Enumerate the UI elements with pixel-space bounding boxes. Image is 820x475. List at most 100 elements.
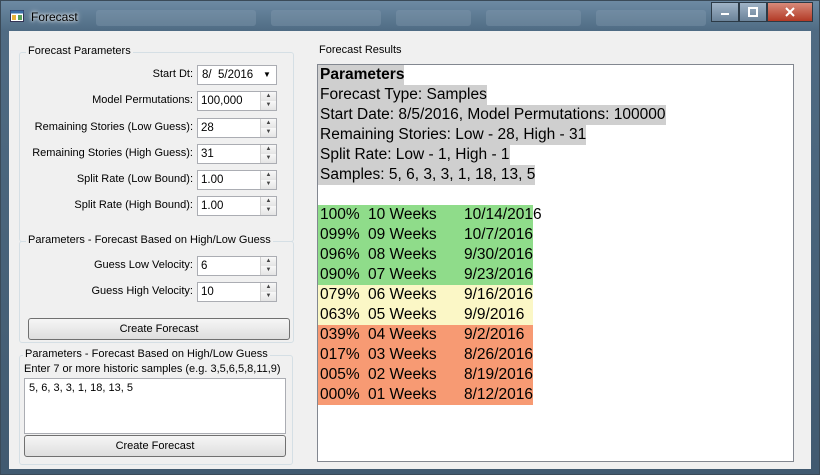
guess-high-velocity-value: 10 <box>201 286 214 298</box>
split-low-label: Split Rate (Low Bound): <box>76 173 193 185</box>
forecast-results-title: Forecast Results <box>317 44 404 56</box>
spinner-arrows: ▲ ▼ <box>260 119 276 137</box>
result-pct: 000% <box>320 386 360 403</box>
create-forecast-guess-button[interactable]: Create Forecast <box>28 318 290 340</box>
forecast-parameters-group: Forecast Parameters Start Dt: 8/ 5/2016 … <box>19 45 294 242</box>
spin-up-icon[interactable]: ▲ <box>261 119 276 128</box>
results-line: Start Date: 8/5/2016, Model Permutations… <box>318 105 666 125</box>
spinner-arrows: ▲ ▼ <box>260 197 276 215</box>
result-weeks: 03 Weeks <box>368 346 437 363</box>
spinner-arrows: ▲ ▼ <box>260 145 276 163</box>
spin-up-icon[interactable]: ▲ <box>261 197 276 206</box>
close-button[interactable] <box>767 2 813 22</box>
start-date-label: Start Dt: <box>152 68 193 80</box>
forecast-parameters-title: Forecast Parameters <box>26 45 133 57</box>
result-row: 039% 04 Weeks 9/2/2016 <box>318 325 533 345</box>
result-pct: 100% <box>320 206 360 223</box>
results-blank-line <box>318 185 324 205</box>
chevron-down-icon[interactable]: ▼ <box>260 68 274 82</box>
background-taskbar-blur <box>96 10 706 26</box>
split-high-value: 1.00 <box>201 200 224 212</box>
result-weeks: 10 Weeks <box>368 206 437 223</box>
spin-up-icon[interactable]: ▲ <box>261 171 276 180</box>
result-pct: 063% <box>320 306 360 323</box>
spinner-arrows: ▲ ▼ <box>260 171 276 189</box>
result-weeks: 06 Weeks <box>368 286 437 303</box>
app-window-icon <box>10 10 24 22</box>
result-date: 9/30/2016 <box>464 246 533 263</box>
model-permutations-value: 100,000 <box>201 95 243 107</box>
forecast-results-textbox[interactable]: Parameters Forecast Type: Samples Start … <box>317 64 794 462</box>
remaining-high-value: 31 <box>201 148 214 160</box>
model-permutations-label: Model Permutations: <box>92 94 193 106</box>
result-row: 099% 09 Weeks 10/7/2016 <box>318 225 533 245</box>
result-date: 8/12/2016 <box>464 386 533 403</box>
split-low-spinner[interactable]: 1.00 ▲ ▼ <box>197 170 277 190</box>
result-date: 8/19/2016 <box>464 366 533 383</box>
result-row: 063% 05 Weeks 9/9/2016 <box>318 305 533 325</box>
results-line: Remaining Stories: Low - 28, High - 31 <box>318 125 587 145</box>
spin-down-icon[interactable]: ▼ <box>261 206 276 215</box>
model-permutations-spinner[interactable]: 100,000 ▲ ▼ <box>197 91 277 111</box>
result-weeks: 09 Weeks <box>368 226 437 243</box>
close-icon <box>785 7 795 17</box>
results-line: Samples: 5, 6, 3, 3, 1, 18, 13, 5 <box>318 165 536 185</box>
maximize-button[interactable] <box>739 2 767 22</box>
result-row: 100% 10 Weeks 10/14/2016 <box>318 205 542 225</box>
result-date: 8/26/2016 <box>464 346 533 363</box>
window-title: Forecast <box>31 10 78 24</box>
result-pct: 039% <box>320 326 360 343</box>
result-date: 10/7/2016 <box>464 226 533 243</box>
result-date: 10/14/2016 <box>464 206 542 223</box>
result-pct: 005% <box>320 366 360 383</box>
result-row: 017% 03 Weeks 8/26/2016 <box>318 345 533 365</box>
result-weeks: 05 Weeks <box>368 306 437 323</box>
spin-down-icon[interactable]: ▼ <box>261 292 276 301</box>
create-forecast-samples-button[interactable]: Create Forecast <box>24 435 286 457</box>
spin-up-icon[interactable]: ▲ <box>261 283 276 292</box>
spin-up-icon[interactable]: ▲ <box>261 92 276 101</box>
remaining-high-spinner[interactable]: 31 ▲ ▼ <box>197 144 277 164</box>
result-pct: 090% <box>320 266 360 283</box>
samples-parameters-group: Parameters - Forecast Based on High/Low … <box>19 348 293 465</box>
result-date: 9/2/2016 <box>464 326 525 343</box>
results-line: Forecast Type: Samples <box>318 85 487 105</box>
spin-down-icon[interactable]: ▼ <box>261 154 276 163</box>
results-line: Split Rate: Low - 1, High - 1 <box>318 145 510 165</box>
result-weeks: 02 Weeks <box>368 366 437 383</box>
result-pct: 017% <box>320 346 360 363</box>
spinner-arrows: ▲ ▼ <box>260 257 276 275</box>
split-high-spinner[interactable]: 1.00 ▲ ▼ <box>197 196 277 216</box>
split-high-label: Split Rate (High Bound): <box>74 199 193 211</box>
spin-down-icon[interactable]: ▼ <box>261 101 276 110</box>
spinner-arrows: ▲ ▼ <box>260 92 276 110</box>
spin-down-icon[interactable]: ▼ <box>261 266 276 275</box>
spin-down-icon[interactable]: ▼ <box>261 128 276 137</box>
spinner-arrows: ▲ ▼ <box>260 283 276 301</box>
start-date-picker[interactable]: 8/ 5/2016 ▼ <box>197 65 277 85</box>
result-row: 000% 01 Weeks 8/12/2016 <box>318 385 533 405</box>
client-area: Forecast Parameters Start Dt: 8/ 5/2016 … <box>9 31 811 469</box>
guess-parameters-group: Parameters - Forecast Based on High/Low … <box>19 234 294 343</box>
result-date: 9/9/2016 <box>464 306 525 323</box>
minimize-icon <box>721 13 729 15</box>
split-low-value: 1.00 <box>201 174 224 186</box>
remaining-low-spinner[interactable]: 28 ▲ ▼ <box>197 118 277 138</box>
result-pct: 096% <box>320 246 360 263</box>
title-bar[interactable]: Forecast <box>1 1 819 31</box>
result-date: 9/16/2016 <box>464 286 533 303</box>
start-date-value: 8/ 5/2016 <box>202 69 254 81</box>
samples-input[interactable]: 5, 6, 3, 3, 1, 18, 13, 5 <box>24 378 286 434</box>
guess-high-velocity-label: Guess High Velocity: <box>91 285 194 297</box>
guess-low-velocity-spinner[interactable]: 6 ▲ ▼ <box>197 256 277 276</box>
guess-high-velocity-spinner[interactable]: 10 ▲ ▼ <box>197 282 277 302</box>
result-row: 090% 07 Weeks 9/23/2016 <box>318 265 533 285</box>
minimize-button[interactable] <box>711 2 739 22</box>
result-row: 096% 08 Weeks 9/30/2016 <box>318 245 533 265</box>
spin-up-icon[interactable]: ▲ <box>261 145 276 154</box>
remaining-low-label: Remaining Stories (Low Guess): <box>34 121 193 133</box>
spin-down-icon[interactable]: ▼ <box>261 180 276 189</box>
maximize-icon <box>748 7 758 17</box>
spin-up-icon[interactable]: ▲ <box>261 257 276 266</box>
remaining-high-label: Remaining Stories (High Guess): <box>32 147 193 159</box>
